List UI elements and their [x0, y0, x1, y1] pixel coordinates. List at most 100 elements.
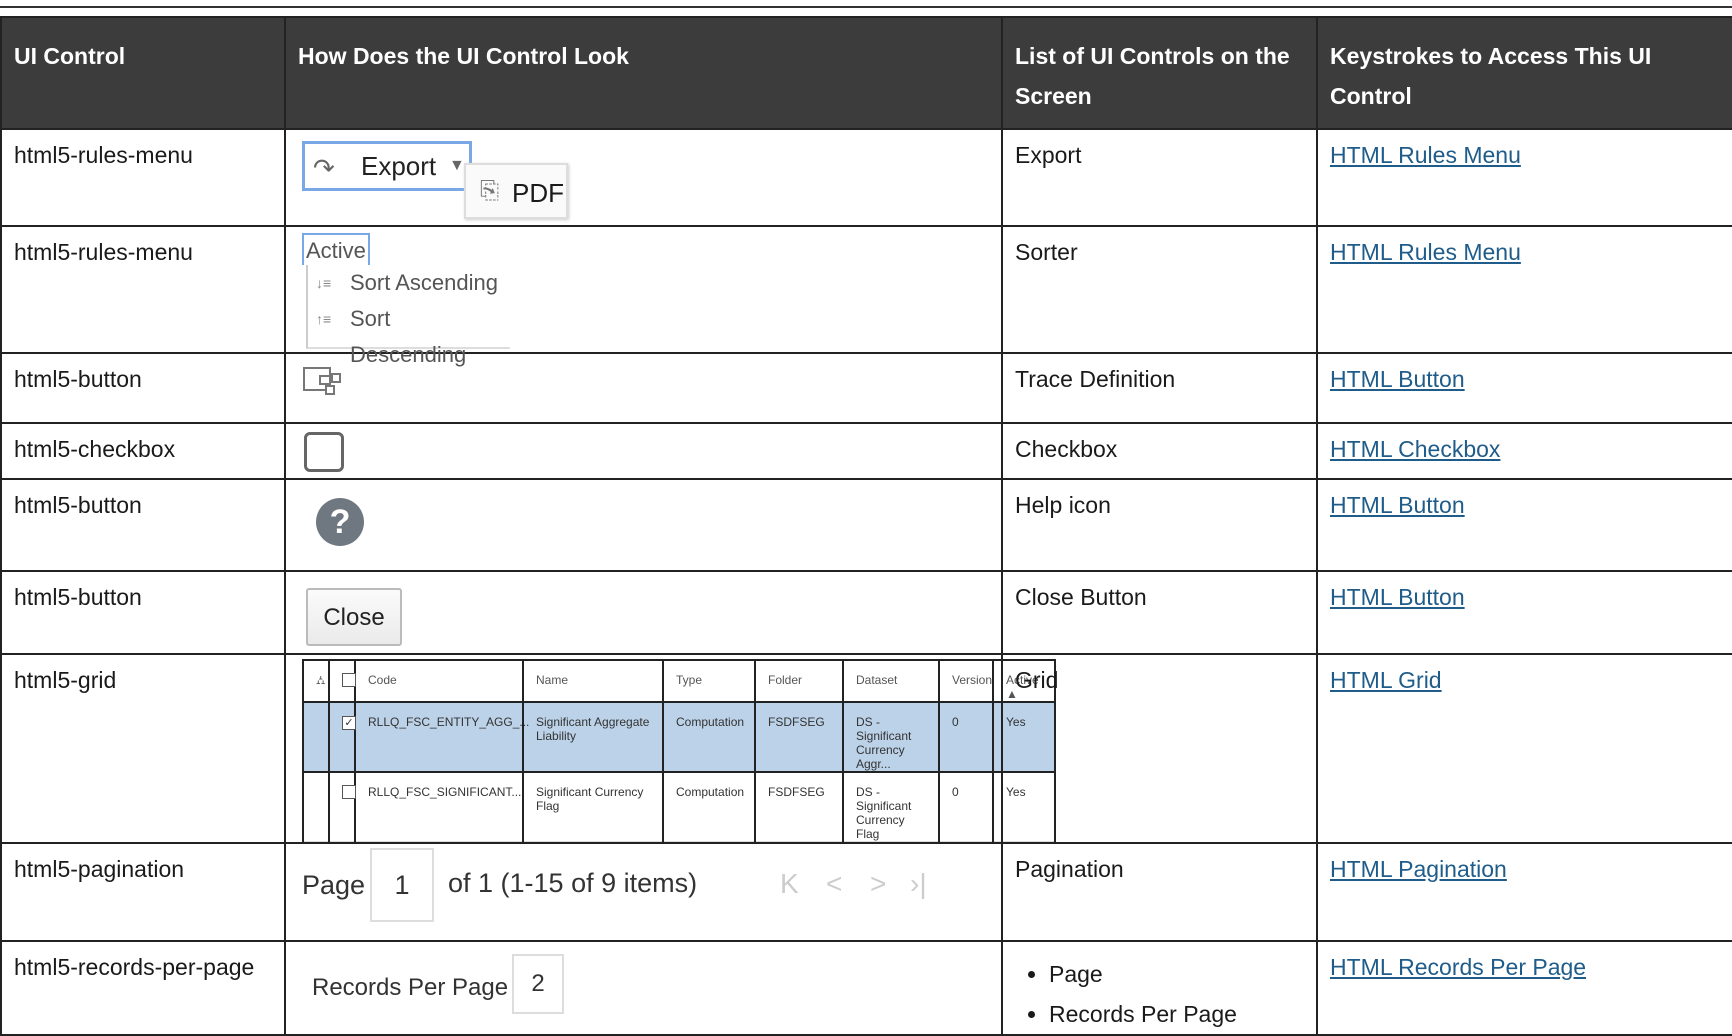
- grid-cell-dataset: DS - Significant Currency Flag: [842, 771, 940, 842]
- table-row: html5-grid ⛼ Code Name Type Folder Datas…: [0, 653, 1732, 844]
- grid-col-name[interactable]: Name: [522, 659, 664, 703]
- grid-cell-name: Significant Aggregate Liability: [522, 701, 664, 773]
- pdf-icon: ⎘: [480, 177, 500, 204]
- table-row: html5-checkbox Checkbox HTML Checkbox: [0, 422, 1732, 480]
- grid-row-checkbox[interactable]: [342, 785, 356, 799]
- list-label: Sorter: [1001, 225, 1318, 354]
- link-cell: HTML Rules Menu: [1316, 225, 1732, 354]
- list-label: Pagination: [1001, 842, 1318, 942]
- control-name: html5-rules-menu: [0, 225, 286, 354]
- export-button[interactable]: ↷ Export ▼: [302, 141, 472, 191]
- control-name: html5-records-per-page: [0, 940, 286, 1036]
- header-ui-control: UI Control: [0, 16, 286, 130]
- records-per-page-input[interactable]: 2: [512, 954, 564, 1014]
- grid-col-type[interactable]: Type: [662, 659, 756, 703]
- list-label: Trace Definition: [1001, 352, 1318, 424]
- grid-cell-code: RLLQ_FSC_ENTITY_AGG_...: [354, 701, 529, 773]
- export-menu-preview: ↷ Export ▼ ⎘ PDF: [286, 130, 1001, 220]
- grid-col-code[interactable]: Code: [354, 659, 524, 703]
- ui-controls-table: UI Control How Does the UI Control Look …: [0, 16, 1732, 1036]
- html-checkbox-link[interactable]: HTML Checkbox: [1330, 436, 1500, 462]
- records-per-page-label: Records Per Page: [312, 974, 509, 1001]
- checkbox-preview[interactable]: [304, 432, 344, 472]
- sort-descending-icon: ↑≡: [316, 311, 332, 327]
- hierarchy-icon: ⛼: [302, 659, 330, 703]
- export-label: Export: [361, 151, 437, 181]
- html-button-link[interactable]: HTML Button: [1330, 366, 1465, 392]
- sort-ascending-item[interactable]: ↓≡ Sort Ascending: [308, 265, 510, 301]
- table-row: html5-button Trace Definition HTML Butto…: [0, 352, 1732, 424]
- control-name: html5-button: [0, 570, 286, 655]
- look-cell: Active ↓≡ Sort Ascending ↑≡ Sort Descend…: [284, 225, 1003, 367]
- grid-row-checkbox[interactable]: ✓: [342, 716, 356, 730]
- control-name: html5-checkbox: [0, 422, 286, 480]
- page-label: Page: [302, 870, 366, 900]
- list-item: Page: [1049, 954, 1304, 994]
- pdf-menu-item[interactable]: ⎘ PDF: [464, 163, 568, 219]
- header-row: UI Control How Does the UI Control Look …: [0, 16, 1732, 130]
- grid-row[interactable]: ✓ RLLQ_FSC_ENTITY_AGG_... Significant Ag…: [302, 701, 1056, 773]
- grid-cell-folder: FSDFSEG: [754, 701, 844, 773]
- link-cell: HTML Records Per Page: [1316, 940, 1732, 1036]
- list-item: Records Per Page: [1049, 994, 1304, 1034]
- table-row: html5-pagination Page 1 of 1 (1-15 of 9 …: [0, 842, 1732, 942]
- sort-ascending-icon: ↓≡: [316, 275, 332, 291]
- list-label: Close Button: [1001, 570, 1318, 655]
- previous-page-icon[interactable]: <: [826, 868, 842, 900]
- grid-cell-name: Significant Currency Flag: [522, 771, 664, 842]
- control-name: html5-button: [0, 478, 286, 572]
- next-page-icon[interactable]: >: [870, 868, 886, 900]
- help-icon[interactable]: ?: [316, 498, 364, 546]
- first-page-icon[interactable]: K: [780, 868, 799, 900]
- link-cell: HTML Button: [1316, 352, 1732, 424]
- link-cell: HTML Rules Menu: [1316, 128, 1732, 227]
- grid-cell-type: Computation: [662, 701, 756, 773]
- last-page-icon[interactable]: ›|: [910, 868, 927, 900]
- link-cell: HTML Grid: [1316, 653, 1732, 844]
- page-number-input[interactable]: 1: [370, 848, 434, 922]
- grid-row[interactable]: RLLQ_FSC_SIGNIFICANT... Significant Curr…: [302, 771, 1056, 842]
- html-button-link[interactable]: HTML Button: [1330, 492, 1465, 518]
- pdf-label: PDF: [512, 178, 564, 208]
- grid-col-version[interactable]: Version: [938, 659, 994, 703]
- grid-cell-version: 0: [938, 701, 994, 773]
- html-records-per-page-link[interactable]: HTML Records Per Page: [1330, 954, 1586, 980]
- sorter-preview: Active ↓≡ Sort Ascending ↑≡ Sort Descend…: [286, 227, 1001, 367]
- list-label: Grid: [1001, 653, 1318, 844]
- top-rule: [0, 6, 1732, 8]
- look-cell: ↷ Export ▼ ⎘ PDF: [284, 128, 1003, 227]
- table-row: html5-button ? Help icon HTML Button: [0, 478, 1732, 572]
- grid-cell-folder: FSDFSEG: [754, 771, 844, 842]
- look-cell: [284, 422, 1003, 480]
- html-rules-menu-link[interactable]: HTML Rules Menu: [1330, 142, 1521, 168]
- html-rules-menu-link[interactable]: HTML Rules Menu: [1330, 239, 1521, 265]
- look-cell: Close: [284, 570, 1003, 655]
- table-row: html5-rules-menu ↷ Export ▼ ⎘ PDF Export…: [0, 128, 1732, 227]
- control-name: html5-pagination: [0, 842, 286, 942]
- chevron-down-icon: ▼: [449, 157, 465, 174]
- header-list: List of UI Controls on the Screen: [1001, 16, 1318, 130]
- refresh-icon: ↷: [313, 153, 335, 183]
- table-row: html5-button Close Close Button HTML But…: [0, 570, 1732, 655]
- table-row: html5-records-per-page Records Per Page …: [0, 940, 1732, 1036]
- control-name: html5-rules-menu: [0, 128, 286, 227]
- controls-list: Page Records Per Page: [1015, 954, 1304, 1034]
- header-keystrokes: Keystrokes to Access This UI Control: [1316, 16, 1732, 130]
- html-button-link[interactable]: HTML Button: [1330, 584, 1465, 610]
- grid-select-all-checkbox[interactable]: [342, 673, 356, 687]
- trace-definition-icon[interactable]: [302, 362, 346, 396]
- html-pagination-link[interactable]: HTML Pagination: [1330, 856, 1507, 882]
- close-button[interactable]: Close: [306, 588, 402, 646]
- list-label: Checkbox: [1001, 422, 1318, 480]
- grid-cell-dataset: DS - Significant Currency Aggr...: [842, 701, 940, 773]
- table-row: html5-rules-menu Active ↓≡ Sort Ascendin…: [0, 225, 1732, 367]
- grid-col-folder[interactable]: Folder: [754, 659, 844, 703]
- link-cell: HTML Button: [1316, 570, 1732, 655]
- html-grid-link[interactable]: HTML Grid: [1330, 667, 1442, 693]
- sort-descending-item[interactable]: ↑≡ Sort Descending: [308, 301, 510, 367]
- page-count-text: of 1 (1-15 of 9 items): [448, 868, 698, 898]
- grid-cell-code: RLLQ_FSC_SIGNIFICANT...: [354, 771, 524, 842]
- document-page: { "headers": { "ui_control": "UI Control…: [0, 0, 1732, 1036]
- grid-col-dataset[interactable]: Dataset: [842, 659, 940, 703]
- sort-field-active[interactable]: Active: [302, 233, 370, 265]
